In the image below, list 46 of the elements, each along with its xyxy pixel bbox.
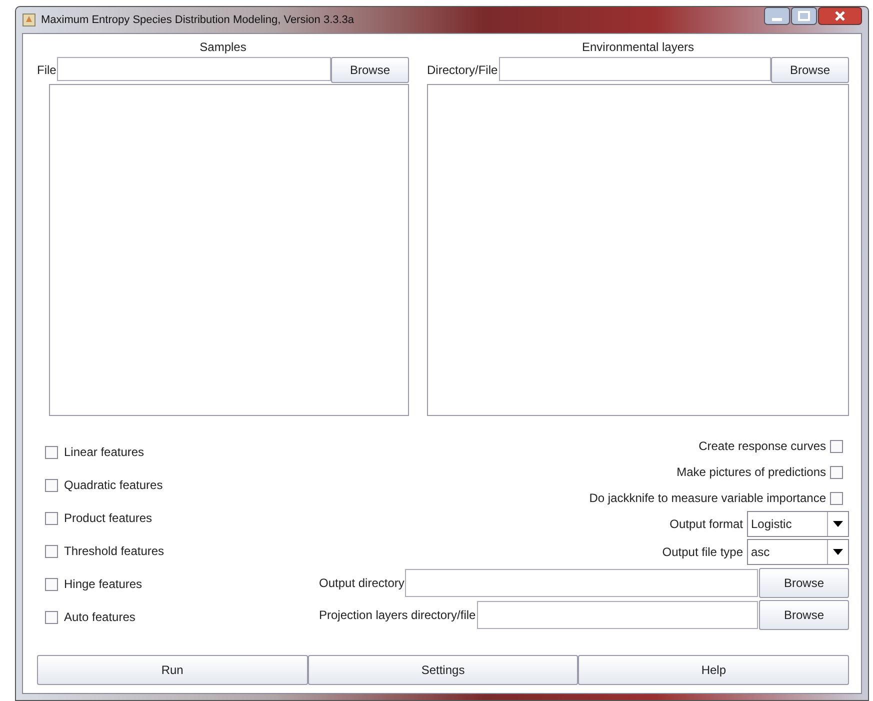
- checkbox[interactable]: [45, 578, 58, 590]
- close-icon[interactable]: [818, 7, 862, 25]
- dropdown-label: Output format: [670, 517, 743, 531]
- action-button[interactable]: Help: [578, 655, 850, 685]
- browse-button[interactable]: Browse: [759, 600, 849, 630]
- checkbox[interactable]: [830, 492, 843, 504]
- action-button[interactable]: Run: [37, 655, 308, 685]
- panel-title: Environmental layers: [582, 40, 694, 54]
- checkbox[interactable]: [45, 544, 58, 558]
- caret-icon: [833, 521, 843, 527]
- caret-icon: [833, 549, 843, 555]
- dropdown[interactable]: asc: [747, 539, 849, 565]
- app-icon: [22, 13, 36, 27]
- checkbox-label: Product features: [64, 511, 152, 525]
- checkbox[interactable]: [45, 478, 58, 492]
- input-field[interactable]: [57, 57, 331, 81]
- field-label: Directory/File: [427, 63, 499, 77]
- maximize-icon[interactable]: [791, 7, 817, 25]
- checkbox[interactable]: [45, 446, 58, 458]
- checkbox[interactable]: [830, 440, 843, 452]
- browse-button[interactable]: Browse: [771, 57, 849, 83]
- checkbox[interactable]: [830, 466, 843, 478]
- browse-button[interactable]: Browse: [759, 568, 849, 598]
- checkbox[interactable]: [45, 610, 58, 624]
- action-button[interactable]: Settings: [308, 655, 578, 685]
- checkbox-label: Make pictures of predictions: [676, 465, 826, 479]
- field-label: File: [37, 63, 58, 77]
- browse-button[interactable]: Browse: [331, 57, 409, 83]
- checkbox-label: Do jackknife to measure variable importance: [589, 491, 826, 505]
- dropdown-label: Output file type: [662, 545, 743, 559]
- input-field[interactable]: [476, 601, 758, 629]
- window-title: Maximum Entropy Species Distribution Modeling, Version 3.3.3a: [41, 14, 354, 26]
- checkbox-label: Quadratic features: [64, 478, 163, 492]
- field-label: Projection layers directory/file: [319, 608, 476, 622]
- checkbox-label: Threshold features: [64, 544, 164, 558]
- checkbox-label: Create response curves: [698, 439, 826, 453]
- checkbox[interactable]: [45, 512, 58, 524]
- dropdown[interactable]: Logistic: [747, 511, 849, 537]
- checkbox-label: Linear features: [64, 445, 144, 459]
- input-field[interactable]: [405, 569, 758, 597]
- checkbox-label: Auto features: [64, 610, 136, 624]
- field-label: Output directory: [319, 576, 404, 590]
- minimize-icon[interactable]: [764, 7, 790, 25]
- input-field[interactable]: [498, 57, 771, 81]
- checkbox-label: Hinge features: [64, 577, 142, 591]
- panel-title: Samples: [200, 40, 246, 54]
